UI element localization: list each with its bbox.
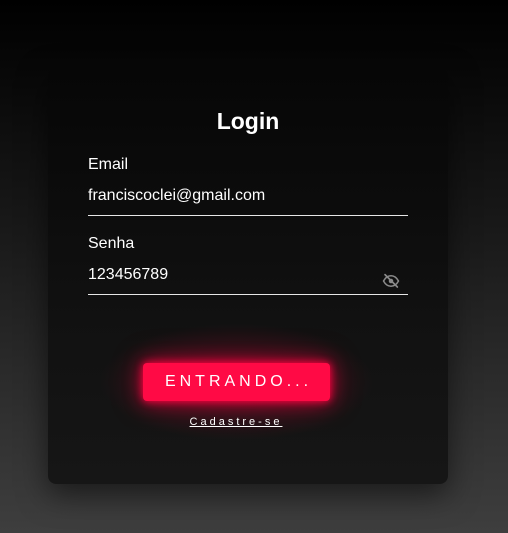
password-input[interactable] — [88, 263, 408, 295]
submit-button[interactable]: ENTRANDO... — [143, 363, 330, 401]
email-input[interactable] — [88, 184, 408, 216]
register-link[interactable]: Cadastre-se — [48, 416, 424, 428]
eye-off-icon[interactable] — [382, 272, 400, 290]
email-label: Email — [88, 156, 129, 173]
submit-button-glow: ENTRANDO... — [98, 323, 375, 441]
password-field-group: Senha — [88, 235, 408, 295]
login-title: Login — [216, 108, 280, 134]
login-card: Login Email Senha ENTRANDO... Cadastre-s… — [48, 68, 448, 484]
password-label: Senha — [88, 235, 135, 252]
email-field-group: Email — [88, 156, 408, 216]
